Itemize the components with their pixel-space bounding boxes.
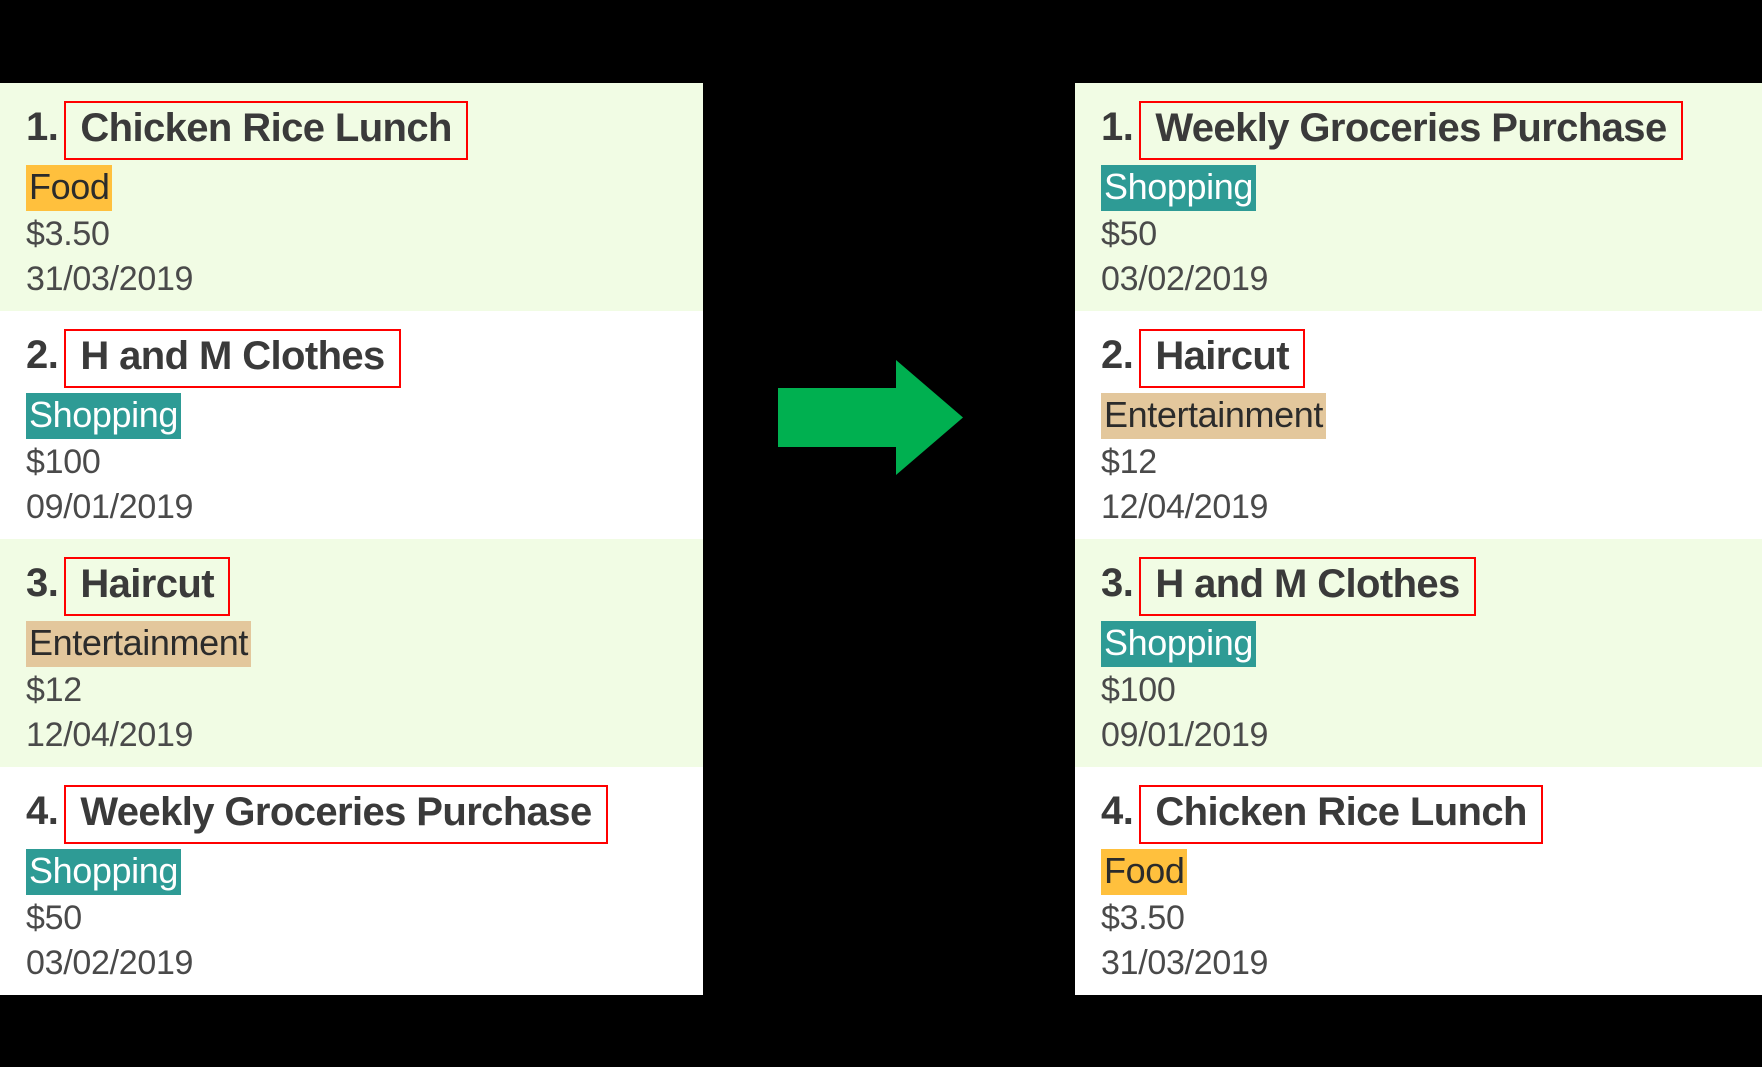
- expense-date: 31/03/2019: [1101, 944, 1269, 982]
- expense-amount: $100: [26, 443, 101, 481]
- expense-category-tag[interactable]: Food: [1101, 849, 1188, 895]
- expense-row[interactable]: 4. Chicken Rice Lunch Food $3.50 31/03/2019: [1075, 767, 1762, 995]
- expense-title-highlight-box: Weekly Groceries Purchase: [1139, 101, 1683, 160]
- expense-title: Chicken Rice Lunch: [80, 106, 452, 150]
- expense-title-highlight-box: Chicken Rice Lunch: [64, 101, 468, 160]
- expense-date: 12/04/2019: [1101, 488, 1269, 526]
- expense-title-line: 3. H and M Clothes: [1101, 557, 1762, 616]
- expense-title-line: 4. Chicken Rice Lunch: [1101, 785, 1762, 844]
- expense-date: 09/01/2019: [1101, 716, 1269, 754]
- expense-row[interactable]: 1. Weekly Groceries Purchase Shopping $50 03…: [1075, 83, 1762, 311]
- expense-row-index: 2.: [1101, 333, 1134, 377]
- expense-amount: $12: [1101, 443, 1157, 481]
- expense-title-highlight-box: Weekly Groceries Purchase: [64, 785, 608, 844]
- expense-title-line: 3. Haircut: [26, 557, 703, 616]
- expense-title: Haircut: [80, 562, 214, 606]
- expense-row[interactable]: 1. Chicken Rice Lunch Food $3.50 31/03/2019: [0, 83, 703, 311]
- expense-title-line: 1. Chicken Rice Lunch: [26, 101, 703, 160]
- expense-title-highlight-box: H and M Clothes: [1139, 557, 1476, 616]
- expense-category-line: Shopping: [1101, 165, 1762, 211]
- expense-date: 12/04/2019: [26, 716, 194, 754]
- expense-row-index: 4.: [26, 789, 59, 833]
- expense-row[interactable]: 4. Weekly Groceries Purchase Shopping $50 03…: [0, 767, 703, 995]
- expense-amount: $50: [26, 899, 82, 937]
- expense-row[interactable]: 3. Haircut Entertainment $12 12/04/2019: [0, 539, 703, 767]
- expense-title: Weekly Groceries Purchase: [80, 790, 592, 834]
- expense-row-index: 2.: [26, 333, 59, 377]
- expense-category-line: Food: [1101, 849, 1762, 895]
- expense-date: 03/02/2019: [1101, 260, 1269, 298]
- expense-category-line: Food: [26, 165, 703, 211]
- expense-category-tag[interactable]: Entertainment: [26, 621, 251, 667]
- expense-amount: $12: [26, 671, 82, 709]
- expense-row[interactable]: 2. H and M Clothes Shopping $100 09/01/2019: [0, 311, 703, 539]
- expense-title: Chicken Rice Lunch: [1155, 790, 1527, 834]
- expense-amount: $3.50: [1101, 899, 1185, 937]
- expense-title: Weekly Groceries Purchase: [1155, 106, 1667, 150]
- expense-amount: $3.50: [26, 215, 110, 253]
- expense-category-tag[interactable]: Food: [26, 165, 113, 211]
- expense-category-line: Shopping: [26, 849, 703, 895]
- expense-title: H and M Clothes: [80, 334, 385, 378]
- expense-date: 03/02/2019: [26, 944, 194, 982]
- expense-title-highlight-box: H and M Clothes: [64, 329, 401, 388]
- expense-row-index: 4.: [1101, 789, 1134, 833]
- expense-category-line: Entertainment: [26, 621, 703, 667]
- expense-row[interactable]: 3. H and M Clothes Shopping $100 09/01/2019: [1075, 539, 1762, 767]
- expense-title-highlight-box: Chicken Rice Lunch: [1139, 785, 1543, 844]
- expense-title-highlight-box: Haircut: [64, 557, 230, 616]
- expense-amount: $50: [1101, 215, 1157, 253]
- expense-date: 31/03/2019: [26, 260, 194, 298]
- expense-list-before: 1. Chicken Rice Lunch Food $3.50 31/03/2019 2…: [0, 83, 703, 1067]
- expense-title: H and M Clothes: [1155, 562, 1460, 606]
- expense-category-tag[interactable]: Shopping: [26, 849, 181, 895]
- expense-category-line: Shopping: [1101, 621, 1762, 667]
- expense-title-highlight-box: Haircut: [1139, 329, 1305, 388]
- expense-row-index: 1.: [26, 105, 59, 149]
- expense-row-index: 1.: [1101, 105, 1134, 149]
- expense-category-tag[interactable]: Entertainment: [1101, 393, 1326, 439]
- expense-category-line: Shopping: [26, 393, 703, 439]
- screenshot-stage: 1. Chicken Rice Lunch Food $3.50 31/03/2019 2…: [0, 0, 1762, 1067]
- expense-category-line: Entertainment: [1101, 393, 1762, 439]
- expense-category-tag[interactable]: Shopping: [1101, 621, 1256, 667]
- expense-category-tag[interactable]: Shopping: [1101, 165, 1256, 211]
- expense-category-tag[interactable]: Shopping: [26, 393, 181, 439]
- expense-title-line: 1. Weekly Groceries Purchase: [1101, 101, 1762, 160]
- expense-title: Haircut: [1155, 334, 1289, 378]
- right-arrow-icon: [778, 360, 963, 475]
- expense-row-index: 3.: [26, 561, 59, 605]
- expense-row-index: 3.: [1101, 561, 1134, 605]
- expense-amount: $100: [1101, 671, 1176, 709]
- expense-title-line: 2. Haircut: [1101, 329, 1762, 388]
- expense-row[interactable]: 2. Haircut Entertainment $12 12/04/2019: [1075, 311, 1762, 539]
- expense-list-after: 1. Weekly Groceries Purchase Shopping $50 03…: [1075, 83, 1762, 1067]
- expense-title-line: 4. Weekly Groceries Purchase: [26, 785, 703, 844]
- expense-date: 09/01/2019: [26, 488, 194, 526]
- expense-title-line: 2. H and M Clothes: [26, 329, 703, 388]
